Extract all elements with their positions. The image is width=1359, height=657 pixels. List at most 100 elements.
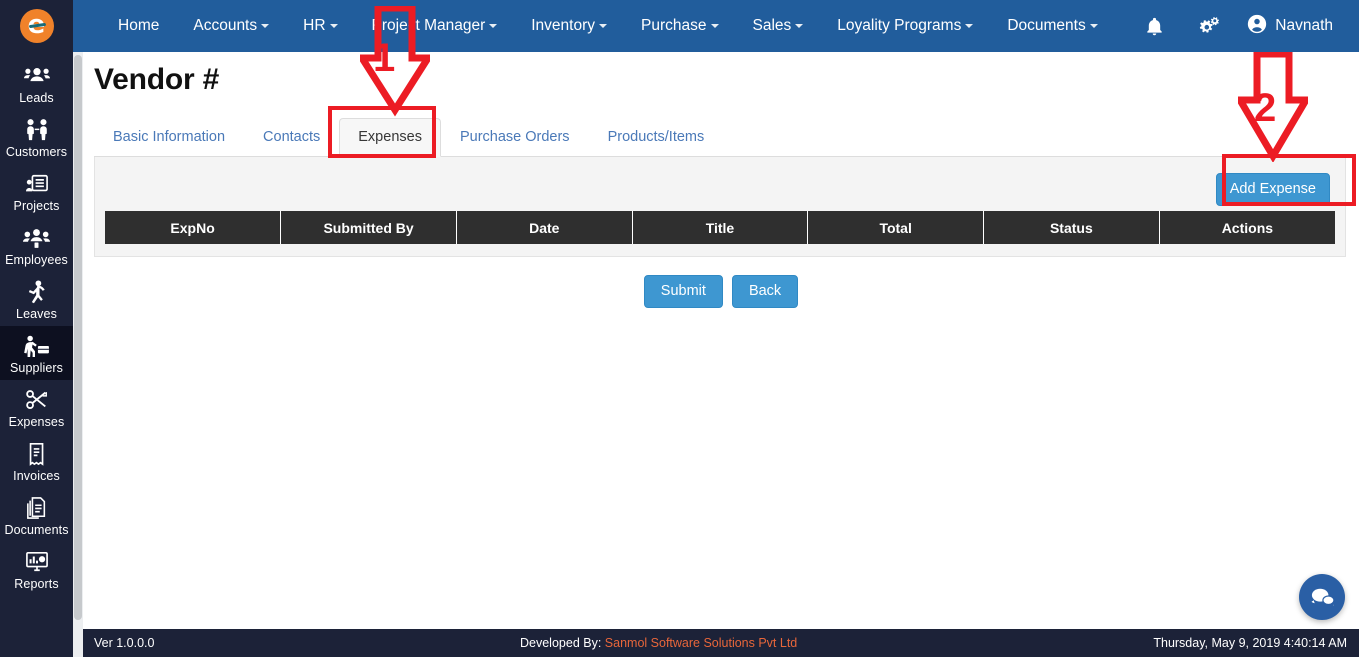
nav-item-label: Loyality Programs: [837, 17, 962, 34]
nav-item-sales[interactable]: Sales: [736, 0, 821, 52]
sidebar-item-expenses[interactable]: Expenses: [0, 380, 73, 434]
chevron-down-icon: [599, 23, 608, 28]
column-header-expno: ExpNo: [105, 211, 282, 244]
top-nav-right-group: Navnath: [1128, 13, 1359, 40]
sidebar-scrollbar[interactable]: [73, 52, 83, 657]
column-header-submitted-by: Submitted By: [280, 211, 457, 244]
form-action-buttons: Submit Back: [83, 275, 1359, 308]
chevron-down-icon: [1089, 23, 1098, 28]
back-button[interactable]: Back: [731, 275, 799, 308]
customers-icon: [0, 116, 73, 144]
suppliers-icon: [0, 332, 73, 360]
top-navigation-bar: Home Accounts HR Project Manager Inventory Pu…: [73, 0, 1359, 52]
sidebar-item-label: Expenses: [8, 415, 65, 429]
nav-item-purchase[interactable]: Purchase: [624, 0, 735, 52]
sidebar-item-label: Leaves: [16, 307, 57, 321]
app-logo[interactable]: e: [0, 0, 73, 52]
nav-item-label: Inventory: [531, 17, 596, 34]
footer-developed-by: Developed By: Sanmol Software Solutions …: [520, 636, 797, 650]
chevron-down-icon: [965, 23, 974, 28]
employees-icon: [0, 224, 73, 252]
leaves-icon: [0, 278, 73, 306]
nav-item-label: Accounts: [193, 17, 258, 34]
sidebar-item-suppliers[interactable]: Suppliers: [0, 326, 73, 380]
user-circle-icon: [1246, 13, 1268, 40]
gears-icon[interactable]: [1181, 15, 1236, 38]
footer-datetime: Thursday, May 9, 2019 4:40:14 AM: [1153, 636, 1347, 650]
chevron-down-icon: [710, 23, 719, 28]
bell-icon[interactable]: [1128, 16, 1181, 37]
sidebar-item-label: Customers: [5, 145, 68, 159]
expenses-table: ExpNo Submitted By Date Title Total Status Act…: [105, 211, 1335, 244]
column-header-status: Status: [983, 211, 1160, 244]
column-header-date: Date: [456, 211, 633, 244]
user-name: Navnath: [1275, 17, 1333, 34]
chat-bubbles-icon[interactable]: [1299, 574, 1345, 620]
nav-item-home[interactable]: Home: [101, 0, 176, 52]
sidebar-item-leaves[interactable]: Leaves: [0, 272, 73, 326]
sidebar-scrollbar-thumb[interactable]: [74, 55, 82, 620]
main-menu: Home Accounts HR Project Manager Inventory Pu…: [73, 0, 1115, 52]
sidebar-item-reports[interactable]: Reports: [0, 542, 73, 596]
nav-item-inventory[interactable]: Inventory: [514, 0, 624, 52]
column-header-actions: Actions: [1159, 211, 1335, 244]
tab-products-items[interactable]: Products/Items: [589, 118, 724, 157]
invoices-icon: [0, 440, 73, 468]
sidebar-item-list: Leads Customers Projects Employees Leaves Sup…: [0, 52, 73, 596]
sidebar-item-label: Leads: [19, 91, 54, 105]
footer-version: Ver 1.0.0.0: [94, 636, 155, 650]
leads-icon: [0, 62, 73, 90]
tab-basic-information[interactable]: Basic Information: [94, 118, 244, 157]
nav-item-label: HR: [303, 17, 326, 34]
app-window: e Leads Customers Projects Employees Leaves S…: [0, 0, 1359, 657]
nav-item-label: Project Manager: [371, 17, 486, 34]
sidebar-item-leads[interactable]: Leads: [0, 56, 73, 110]
sidebar-item-label: Reports: [14, 577, 59, 591]
documents-icon: [0, 494, 73, 522]
sidebar-item-label: Suppliers: [9, 361, 63, 375]
submit-button[interactable]: Submit: [643, 275, 723, 308]
sidebar-item-label: Employees: [5, 253, 68, 267]
expenses-table-head: ExpNo Submitted By Date Title Total Status Act…: [105, 211, 1335, 244]
table-header-row: ExpNo Submitted By Date Title Total Status Act…: [105, 211, 1335, 244]
footer-bar: Ver 1.0.0.0 Developed By: Sanmol Softwar…: [83, 629, 1359, 657]
sidebar-item-customers[interactable]: Customers: [0, 110, 73, 164]
chevron-down-icon: [329, 23, 338, 28]
column-header-title: Title: [632, 211, 809, 244]
nav-item-label: Purchase: [641, 17, 707, 34]
nav-item-project-manager[interactable]: Project Manager: [355, 0, 515, 52]
main-content: Vendor # Basic Information Contacts Expens…: [83, 52, 1359, 629]
sidebar-item-projects[interactable]: Projects: [0, 164, 73, 218]
chevron-down-icon: [261, 23, 270, 28]
chevron-down-icon: [795, 23, 804, 28]
sidebar-item-label: Documents: [4, 523, 69, 537]
nav-item-loyality-programs[interactable]: Loyality Programs: [820, 0, 990, 52]
sidebar-item-invoices[interactable]: Invoices: [0, 434, 73, 488]
panel-toolbar: Add Expense: [105, 167, 1335, 211]
nav-item-accounts[interactable]: Accounts: [176, 0, 286, 52]
expenses-icon: [0, 386, 73, 414]
chevron-down-icon: [489, 23, 498, 28]
tab-purchase-orders[interactable]: Purchase Orders: [441, 118, 589, 157]
nav-item-documents[interactable]: Documents: [990, 0, 1114, 52]
nav-item-label: Home: [118, 17, 160, 34]
logo-icon: e: [19, 9, 54, 43]
user-menu[interactable]: Navnath: [1236, 13, 1333, 40]
sidebar-item-label: Invoices: [13, 469, 60, 483]
developed-by-label: Developed By:: [520, 636, 602, 650]
sidebar-item-label: Projects: [13, 199, 60, 213]
page-title: Vendor #: [94, 63, 220, 96]
expenses-panel: Add Expense ExpNo Submitted By Date Title To…: [94, 157, 1346, 257]
column-header-total: Total: [807, 211, 985, 244]
reports-icon: [0, 548, 73, 576]
projects-icon: [0, 170, 73, 198]
sidebar-item-employees[interactable]: Employees: [0, 218, 73, 272]
nav-item-label: Sales: [752, 17, 792, 34]
nav-item-label: Documents: [1007, 17, 1086, 34]
developer-link[interactable]: Sanmol Software Solutions Pvt Ltd: [605, 636, 797, 650]
add-expense-button[interactable]: Add Expense: [1215, 172, 1330, 206]
sidebar-item-documents[interactable]: Documents: [0, 488, 73, 542]
nav-item-hr[interactable]: HR: [286, 0, 354, 52]
tab-contacts[interactable]: Contacts: [244, 118, 339, 157]
tab-expenses[interactable]: Expenses: [339, 118, 441, 157]
